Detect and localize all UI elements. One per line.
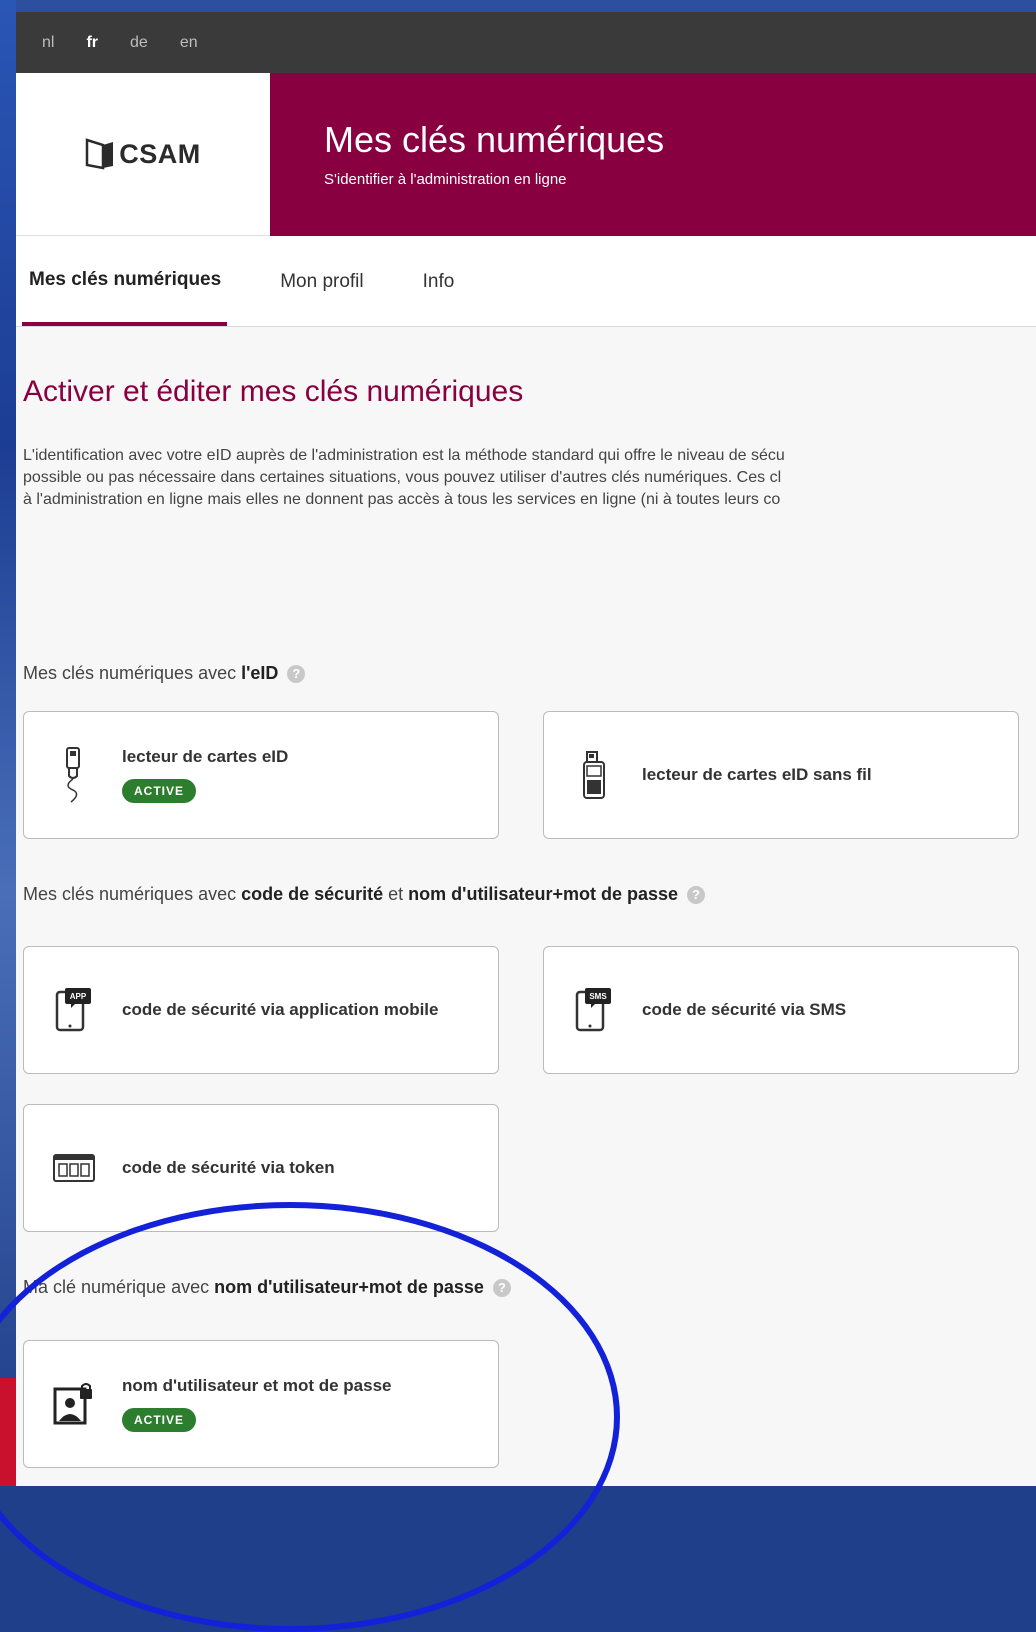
language-bar: nl fr de en: [16, 12, 1036, 73]
intro-line: à l'administration en ligne mais elles n…: [23, 491, 781, 508]
sms-icon: SMS: [572, 986, 616, 1034]
main-content: Activer et éditer mes clés numériques L'…: [16, 375, 1036, 511]
svg-text:SMS: SMS: [589, 992, 607, 1001]
page: nl fr de en CSAM Mes clés numériques S'i…: [16, 12, 1036, 1486]
card-sms[interactable]: SMS code de sécurité via SMS: [543, 946, 1019, 1074]
token-icon: [52, 1154, 96, 1182]
card-label: nom d'utilisateur et mot de passe: [122, 1376, 392, 1395]
lang-de[interactable]: de: [130, 34, 148, 52]
card-token[interactable]: code de sécurité via token: [23, 1104, 499, 1232]
group-label-code: Mes clés numériques avec code de sécurit…: [23, 884, 706, 905]
card-password[interactable]: nom d'utilisateur et mot de passe ACTIVE: [23, 1340, 499, 1468]
tab-info[interactable]: Info: [416, 238, 481, 326]
lang-nl[interactable]: nl: [42, 34, 54, 52]
wireless-card-reader-icon: [572, 750, 616, 800]
group-label-eid: Mes clés numériques avec l'eID ?: [23, 663, 306, 684]
lang-en[interactable]: en: [180, 34, 198, 52]
site-subtitle: S'identifier à l'administration en ligne: [324, 171, 567, 188]
intro-line: possible ou pas nécessaire dans certaine…: [23, 469, 782, 486]
svg-text:APP: APP: [70, 992, 87, 1001]
status-badge: ACTIVE: [122, 779, 197, 803]
card-eid-reader[interactable]: lecteur de cartes eID ACTIVE: [23, 711, 499, 839]
status-badge: ACTIVE: [122, 1408, 197, 1432]
card-label: lecteur de cartes eID: [122, 747, 289, 766]
site-title: Mes clés numériques: [324, 119, 665, 160]
card-reader-icon: [52, 746, 96, 804]
csam-logo: CSAM: [85, 138, 201, 170]
logo-box[interactable]: CSAM: [16, 73, 270, 236]
card-label: code de sécurité via SMS: [642, 1000, 847, 1019]
logo-text: CSAM: [119, 138, 201, 169]
lang-fr[interactable]: fr: [86, 34, 98, 52]
card-label: lecteur de cartes eID sans fil: [642, 765, 872, 784]
page-title: Activer et éditer mes clés numériques: [23, 375, 524, 408]
group-label-password: Ma clé numérique avec nom d'utilisateur+…: [23, 1277, 511, 1298]
tab-mes-cles[interactable]: Mes clés numériques: [22, 238, 228, 326]
mobile-app-icon: APP: [52, 986, 96, 1034]
brand-banner: Mes clés numériques S'identifier à l'adm…: [270, 73, 1036, 236]
csam-logo-icon: [86, 138, 114, 170]
background-top: [0, 0, 1036, 12]
header: CSAM Mes clés numériques S'identifier à …: [16, 73, 1036, 236]
tab-bar: Mes clés numériques Mon profil Info: [16, 236, 1036, 327]
help-icon[interactable]: ?: [687, 886, 706, 904]
intro-line: L'identification avec votre eID auprès d…: [23, 447, 785, 464]
help-icon[interactable]: ?: [287, 665, 306, 683]
background-left: [0, 0, 16, 1486]
card-mobile-app[interactable]: APP code de sécurité via application mob…: [23, 946, 499, 1074]
card-eid-wireless[interactable]: lecteur de cartes eID sans fil: [543, 711, 1019, 839]
intro-text: L'identification avec votre eID auprès d…: [23, 445, 1036, 511]
card-label: code de sécurité via token: [122, 1158, 335, 1177]
user-lock-icon: [52, 1383, 96, 1425]
help-icon[interactable]: ?: [492, 1279, 511, 1297]
background-red-strip: [0, 1378, 16, 1486]
card-label: code de sécurité via application mobile: [122, 1000, 439, 1019]
tab-mon-profil[interactable]: Mon profil: [273, 238, 389, 326]
